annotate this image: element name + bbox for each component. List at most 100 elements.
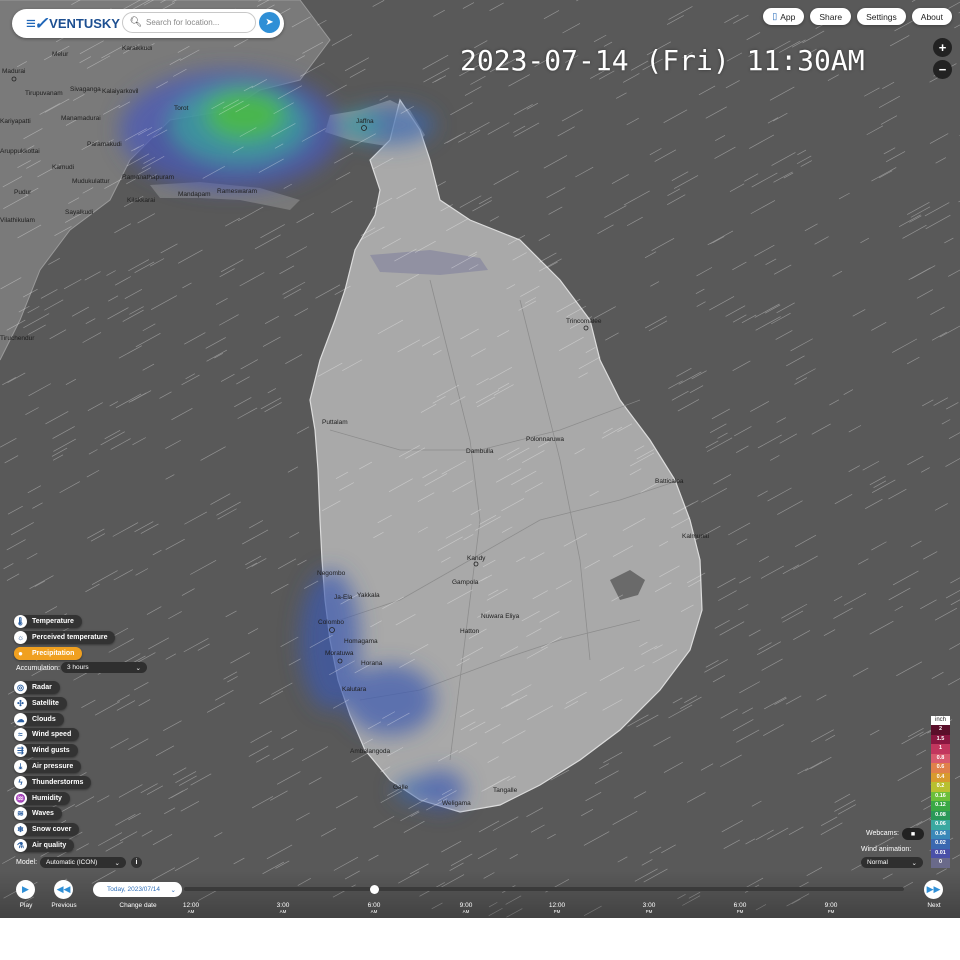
timeline-tick[interactable]: 9:00 AM [451,902,481,914]
map-canvas [0,0,960,918]
map-city-label: Manamadurai [61,115,101,122]
humidity-icon: ♒ [14,792,27,805]
logo-icon: ≡✓ [26,13,48,33]
layer-precipitation-label: Precipitation [32,650,75,657]
legend-swatch: 0 [931,858,950,868]
map-city-label: Batticaloa [655,478,684,485]
timeline-tick[interactable]: 6:00 AM [359,902,389,914]
map-city-label: Jaffna [356,118,374,125]
about-button[interactable]: About [911,8,952,25]
timeline-track[interactable] [184,887,904,891]
legend-swatch: 0.16 [931,791,950,801]
zoom-in-button[interactable]: + [933,38,952,57]
perceived-temperature-icon: ☼ [14,631,27,644]
wind-animation-select[interactable]: Normal ⌄ [861,857,923,868]
legend-swatch: 1 [931,744,950,754]
map-city-label: Tirupuvanam [25,90,63,97]
map-city-label: Yakkala [357,592,380,599]
share-button[interactable]: Share [810,8,852,25]
chevron-down-icon: ⌄ [135,664,141,672]
play-icon: ▶ [22,884,29,894]
tick-time: 3:00 [276,902,290,909]
layer-air-quality[interactable]: ⚗ Air quality [14,839,75,852]
search-field[interactable]: 🔍︎ [122,12,256,33]
layer-wind-gusts[interactable]: ⇶ Wind gusts [14,744,78,757]
layer-temperature[interactable]: 🌡︎ Temperature [14,615,82,628]
timeline-tick[interactable]: 9:00 PM [816,902,846,914]
radar-icon: ◎ [14,681,27,694]
legend-swatch: 2 [931,725,950,735]
timeline-tick[interactable]: 12:00 AM [176,902,206,914]
timeline-tick[interactable]: 12:00 PM [542,902,572,914]
map-city-label: Puttalam [322,419,348,426]
tick-ampm: AM [370,909,378,914]
logo[interactable]: ≡✓ VENTUSKY [26,14,126,34]
accumulation-select[interactable]: 3 hours ⌄ [61,662,147,673]
map-city-label: Madurai [2,68,26,75]
map-city-label: Weligama [442,800,471,807]
layer-wind-speed[interactable]: ≈ Wind speed [14,728,80,741]
change-date-label: Change date [119,902,157,909]
legend-swatch: 0.8 [931,753,950,763]
map-city-label: Ja-Ela [334,594,353,601]
settings-button[interactable]: Settings [857,8,906,25]
tick-ampm: PM [553,909,561,914]
map-city-label: Hatton [460,628,480,635]
rewind-icon: ◀◀ [56,884,71,894]
timeline-knob[interactable] [370,885,379,894]
chevron-down-icon: ⌄ [170,886,176,894]
map-city-label: Sayalkudi [65,209,94,216]
map-city-label: Mandapam [178,191,211,198]
layer-waves-label: Waves [32,810,54,817]
map-city-label: Ambalangoda [350,748,391,755]
next-label: Next [927,902,941,909]
layer-perceived-label: Perceived temperature [32,634,108,641]
layer-snow-cover[interactable]: ❄ Snow cover [14,823,80,836]
map-city-label: Negombo [317,570,346,577]
layer-waves[interactable]: ≋ Waves [14,807,62,820]
layer-humidity[interactable]: ♒ Humidity [14,792,70,805]
map-city-label: Trincomalee [566,318,602,325]
timeline-tick[interactable]: 6:00 PM [725,902,755,914]
webcams-toggle[interactable]: ■ [902,828,924,840]
timeline-tick[interactable]: 3:00 AM [268,902,298,914]
map-city-label: Nuwara Eliya [481,613,520,620]
previous-button[interactable]: ◀◀ [54,880,73,899]
logo-text: VENTUSKY [49,16,120,31]
zoom-out-button[interactable]: − [933,60,952,79]
layer-satellite[interactable]: ✣ Satellite [14,697,67,710]
map-city-label: Paramakudi [87,141,122,148]
layer-air-quality-label: Air quality [32,842,67,849]
layer-snow-cover-label: Snow cover [32,826,72,833]
layer-clouds[interactable]: ☁ Clouds [14,713,64,726]
next-button[interactable]: ▶▶ [924,880,943,899]
map-city-label: Galle [393,784,409,791]
model-select[interactable]: Automatic (ICON) ⌄ [40,857,126,868]
play-button[interactable]: ▶ [16,880,35,899]
layer-thunderstorms[interactable]: ϟ Thunderstorms [14,776,92,789]
tick-time: 6:00 [733,902,747,909]
layer-radar[interactable]: ◎ Radar [14,681,60,694]
model-info-button[interactable]: i [131,857,142,868]
layer-satellite-label: Satellite [32,700,59,707]
legend-swatch: 0.2 [931,782,950,792]
search-input[interactable] [144,17,248,28]
layer-precipitation[interactable]: ● Precipitation [14,647,83,660]
layer-clouds-label: Clouds [32,716,56,723]
tick-ampm: AM [187,909,195,914]
app-button[interactable]: ▯ App [763,8,805,25]
legend-swatch: 0.04 [931,829,950,839]
map-city-label: Kalutara [342,686,367,693]
date-select[interactable]: Today, 2023/07/14 ⌄ [93,882,182,897]
legend-swatch: 0.01 [931,848,950,858]
weather-map[interactable]: Madurai Melur Karaikkudi Tirupuvanam Sivagan… [0,0,960,918]
locate-button[interactable]: ➤ [259,12,280,33]
legend-swatch: 0.06 [931,820,950,830]
search-icon: 🔍︎ [129,17,143,28]
about-button-label: About [920,11,943,22]
layer-air-pressure[interactable]: ⤓ Air pressure [14,760,82,773]
tick-ampm: AM [462,909,470,914]
layer-perceived-temperature[interactable]: ☼ Perceived temperature [14,631,116,644]
timeline-tick[interactable]: 3:00 PM [634,902,664,914]
pressure-icon: ⤓ [14,760,27,773]
